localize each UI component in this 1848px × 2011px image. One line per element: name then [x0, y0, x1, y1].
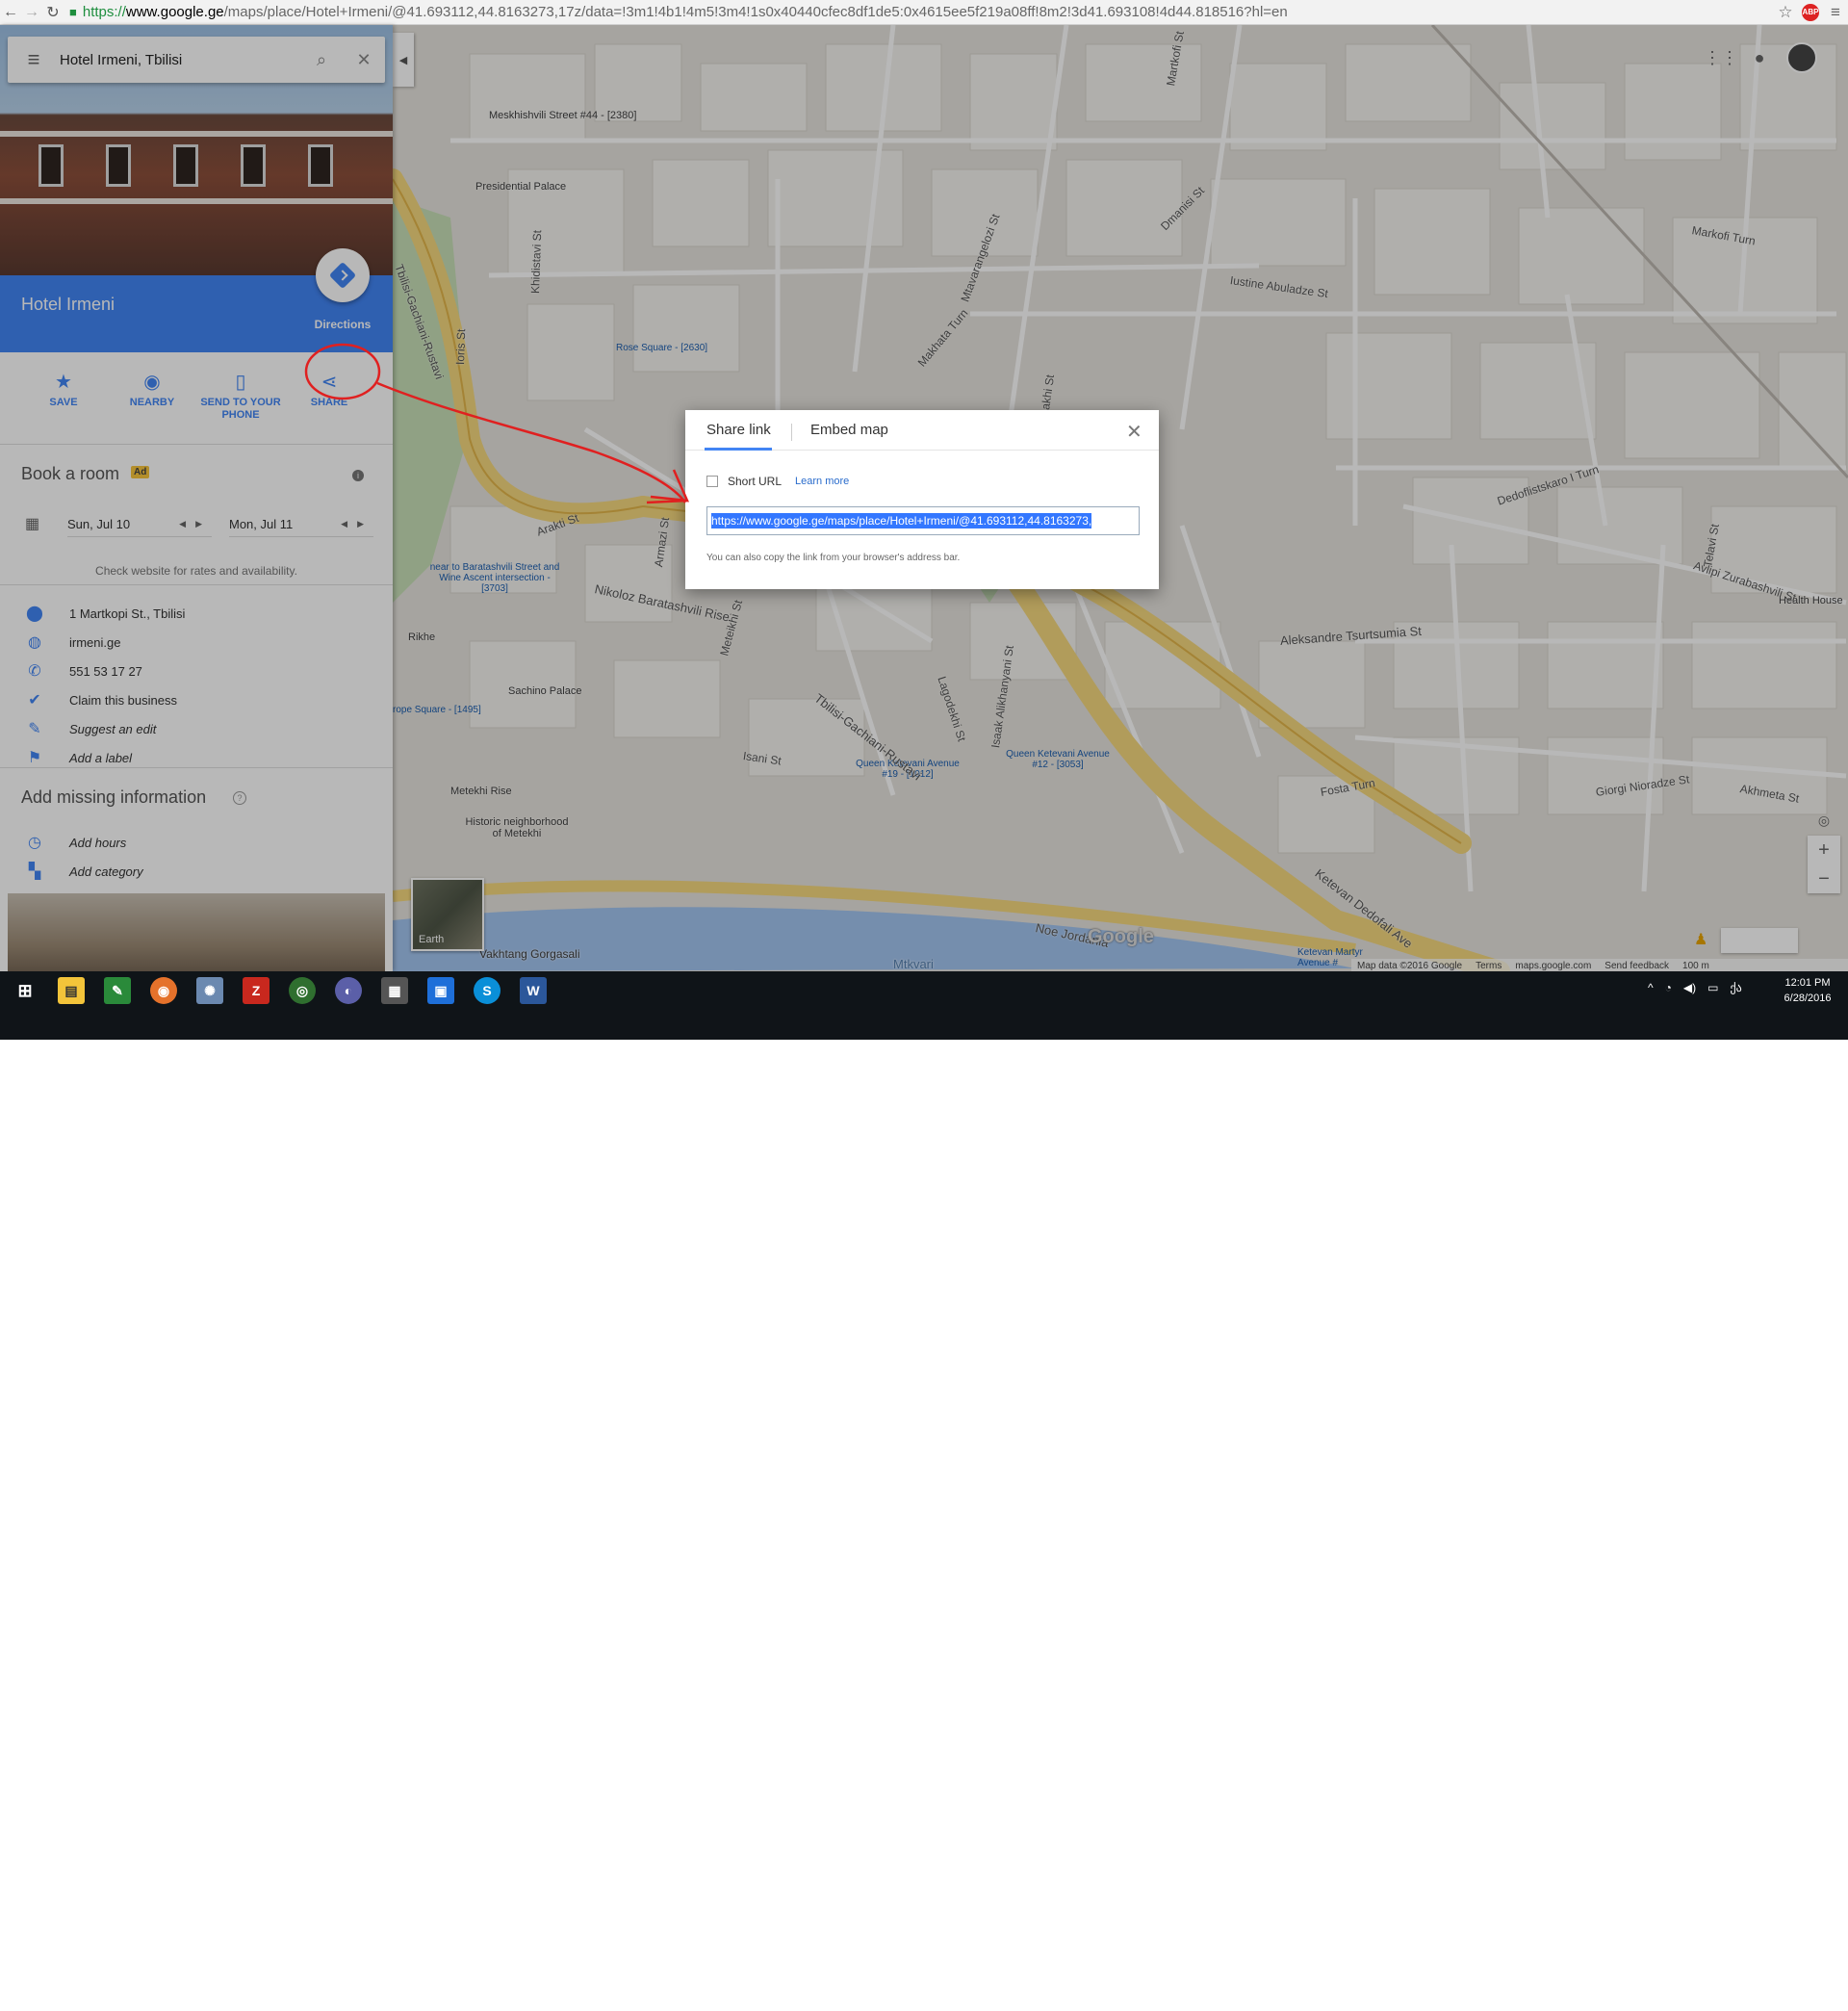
action-center-icon[interactable]: ▭: [1707, 981, 1718, 994]
firefox-icon[interactable]: ◉: [150, 977, 177, 1004]
modal-backdrop[interactable]: [0, 25, 393, 971]
windows-start-icon[interactable]: ⊞: [12, 977, 38, 1004]
browser-toolbar: ← → ↻ ■ https:// www.google.ge /maps/pla…: [0, 0, 1848, 25]
skype-icon[interactable]: S: [474, 977, 500, 1004]
adblock-icon: ABP: [1802, 3, 1819, 21]
file-explorer-icon[interactable]: ▤: [58, 977, 85, 1004]
dialog-tabs: Share link Embed map ✕: [685, 410, 1159, 451]
back-icon[interactable]: ←: [0, 2, 21, 23]
bookmark-star-icon[interactable]: ☆: [1773, 2, 1798, 23]
app-icon[interactable]: ▣: [427, 977, 454, 1004]
close-icon[interactable]: ✕: [1126, 420, 1142, 444]
clock-date: 6/28/2016: [1784, 993, 1832, 1004]
browser-menu-icon[interactable]: ≡: [1823, 2, 1848, 23]
app-icon[interactable]: ✺: [196, 977, 223, 1004]
lock-icon: ■: [69, 5, 77, 19]
word-icon[interactable]: W: [520, 977, 547, 1004]
url-protocol: https://: [82, 4, 126, 20]
adblock-button[interactable]: ABP: [1798, 2, 1823, 23]
share-link-field[interactable]: https://www.google.ge/maps/place/Hotel+I…: [706, 506, 1140, 535]
taskbar-strip: ⊞ ▤ ✎ ◉ ✺ Z ◎ ◐ ▦ ▣ S W ^ ◔ ◀) ▭ ქა 12:0…: [0, 971, 1848, 1010]
active-tab-indicator: [705, 448, 772, 451]
share-link-value: https://www.google.ge/maps/place/Hotel+I…: [711, 513, 1092, 529]
learn-more-link[interactable]: Learn more: [795, 476, 849, 487]
url-path: /maps/place/Hotel+Irmeni/@41.693112,44.8…: [223, 4, 1288, 20]
show-hidden-icons-icon[interactable]: ^: [1648, 981, 1654, 994]
windows-taskbar: ⊞ ▤ ✎ ◉ ✺ Z ◎ ◐ ▦ ▣ S W ^ ◔ ◀) ▭ ქა 12:0…: [0, 971, 1848, 2011]
copy-hint: You can also copy the link from your bro…: [706, 553, 961, 563]
tab-embed-map[interactable]: Embed map: [810, 422, 888, 438]
notepad-icon[interactable]: ✎: [104, 977, 131, 1004]
app-icon[interactable]: ▦: [381, 977, 408, 1004]
tab-divider: [791, 424, 792, 441]
volume-icon[interactable]: ◀): [1683, 981, 1696, 994]
taskbar-clock[interactable]: 12:01 PM 6/28/2016: [1771, 975, 1844, 1006]
short-url-checkbox[interactable]: [706, 476, 718, 487]
reload-icon[interactable]: ↻: [42, 2, 64, 23]
language-icon[interactable]: ქა: [1730, 981, 1741, 994]
url-host: www.google.ge: [125, 4, 224, 20]
network-icon[interactable]: ◔: [1665, 981, 1672, 994]
chrome-icon[interactable]: ◎: [289, 977, 316, 1004]
share-dialog: Share link Embed map ✕ Short URL Learn m…: [685, 410, 1159, 589]
tab-share-link[interactable]: Share link: [706, 422, 771, 438]
forward-icon[interactable]: →: [21, 2, 42, 23]
clock-time: 12:01 PM: [1784, 977, 1831, 989]
short-url-label: Short URL: [728, 475, 783, 488]
address-bar[interactable]: ■ https:// www.google.ge /maps/place/Hot…: [64, 2, 1773, 23]
system-tray: ^ ◔ ◀) ▭ ქა: [1648, 981, 1742, 994]
screen-margin: [0, 1981, 1848, 2011]
filezilla-icon[interactable]: Z: [243, 977, 270, 1004]
app-icon[interactable]: ◐: [335, 977, 362, 1004]
